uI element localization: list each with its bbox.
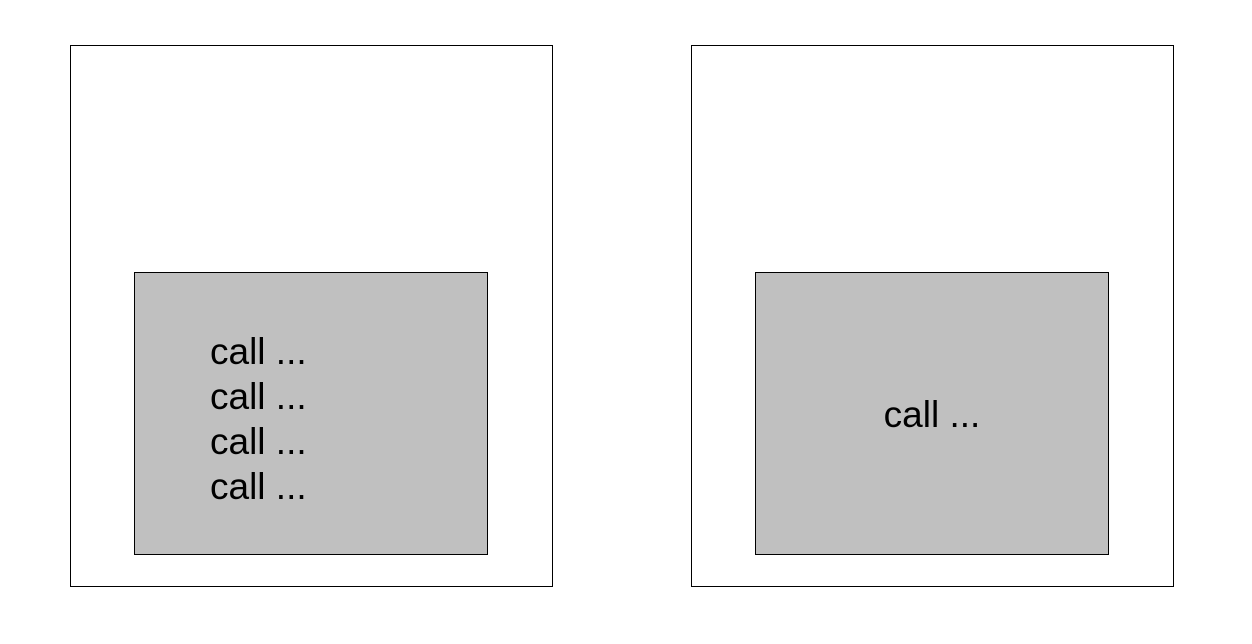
call-line: call ...	[210, 466, 307, 507]
call-line: call ...	[210, 421, 307, 462]
call-line: call ...	[210, 376, 307, 417]
call-list: call ... call ... call ... call ...	[210, 329, 307, 509]
call-line: call ...	[210, 331, 307, 372]
left-frame: call ... call ... call ... call ...	[70, 45, 553, 587]
right-frame: call ...	[691, 45, 1174, 587]
left-call-box: call ... call ... call ... call ...	[134, 272, 488, 555]
single-call-line: call ...	[883, 394, 981, 435]
right-call-box: call ...	[755, 272, 1109, 555]
